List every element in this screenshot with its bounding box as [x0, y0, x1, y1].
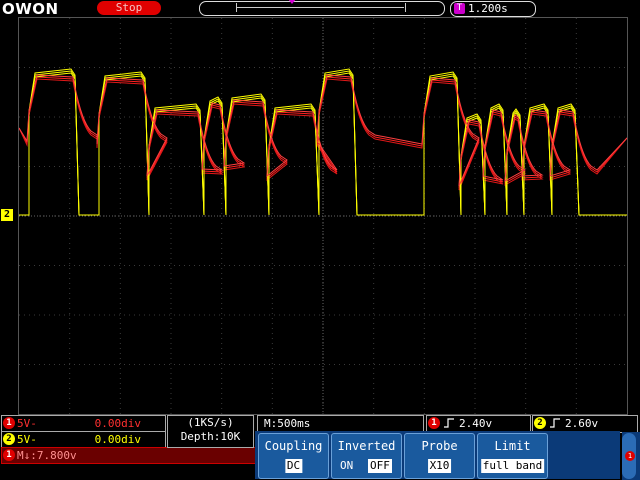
math-label: M↓:7.800v [17, 449, 77, 462]
rising-edge-icon [550, 418, 560, 428]
ch1-badge: 1 [3, 417, 15, 429]
trigger2-badge: 2 [534, 417, 546, 429]
ch2-badge: 2 [3, 433, 15, 445]
waveform-display[interactable] [18, 17, 628, 415]
trigger-time-icon: T [454, 3, 465, 14]
trigger-position-marker [288, 0, 296, 4]
probe-title: Probe [421, 439, 458, 453]
trigger-time-readout: T 1.200s [450, 1, 536, 17]
trigger1-level-value: 2.40v [459, 417, 493, 430]
acquisition-info: (1KS/s) Depth:10K [167, 415, 254, 448]
probe-value: X10 [427, 459, 452, 473]
ch2-status-row[interactable]: 2 5V- 0.00div [1, 431, 166, 448]
memory-window-line [237, 7, 404, 8]
inverted-off-option: OFF [368, 459, 392, 473]
math-badge: 1 [3, 449, 15, 461]
sample-rate: (1KS/s) [187, 416, 234, 429]
trigger-time-value: 1.200s [468, 2, 508, 15]
rising-edge-icon [444, 418, 454, 428]
limit-value: full band [480, 459, 545, 473]
brand-logo: OWON [2, 0, 59, 18]
ch2-ground-marker[interactable]: 2 [1, 209, 13, 221]
ch1-status-row[interactable]: 1 5V- 0.00div [1, 415, 166, 432]
waveform-graticule [19, 18, 627, 414]
limit-menu-button[interactable]: Limit full band [477, 433, 548, 479]
inverted-title: Inverted [337, 439, 396, 453]
coupling-title: Coupling [264, 439, 323, 453]
inverted-on-option: ON [340, 459, 354, 472]
coupling-value: DC [284, 459, 303, 473]
ch1-scale: 5V- [17, 417, 37, 430]
math-status-row[interactable]: 1 M↓:7.800v [1, 447, 256, 464]
timebase-value: M:500ms [264, 417, 311, 430]
probe-menu-button[interactable]: Probe X10 [404, 433, 475, 479]
ch2-scale: 5V- [17, 433, 37, 446]
trigger2-level-value: 2.60v [565, 417, 599, 430]
channel-indicator-icon: 1 [625, 451, 635, 461]
memory-depth: Depth:10K [180, 430, 241, 443]
channel-soft-menu: Coupling DC Inverted ON OFF Probe X10 Li… [255, 431, 620, 479]
ch1-position: 0.00div [94, 417, 141, 430]
trigger1-badge: 1 [428, 417, 440, 429]
limit-title: Limit [494, 439, 531, 453]
coupling-menu-button[interactable]: Coupling DC [258, 433, 329, 479]
run-state-badge[interactable]: Stop [97, 1, 161, 15]
ch2-position: 0.00div [94, 433, 141, 446]
inverted-menu-button[interactable]: Inverted ON OFF [331, 433, 402, 479]
ch1-waveform-trace [19, 74, 627, 187]
